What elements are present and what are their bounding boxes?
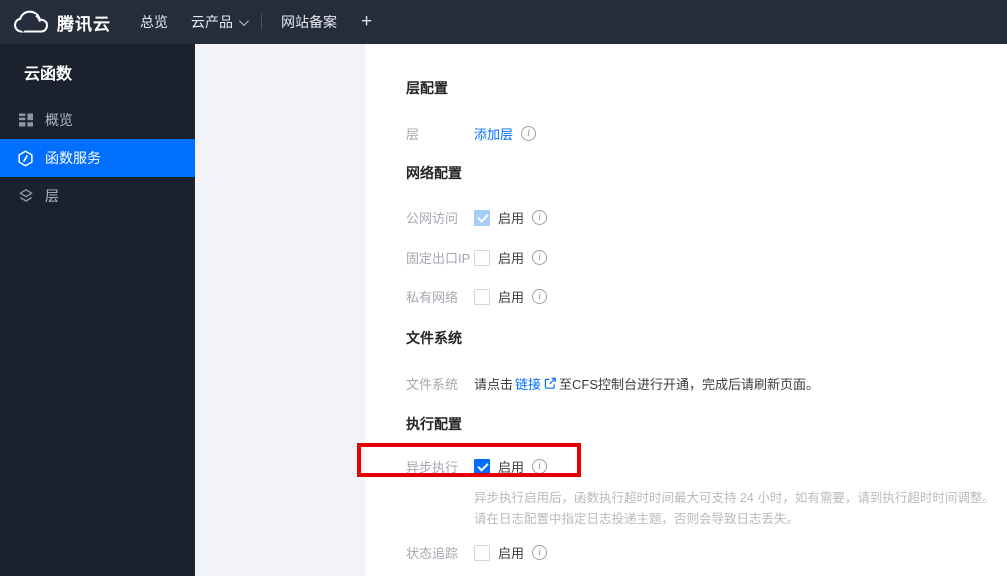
filesystem-label: 文件系统 — [406, 377, 459, 392]
info-icon[interactable] — [521, 126, 537, 141]
sidebar-item-function-service[interactable]: 函数服务 — [0, 139, 195, 177]
async-note-line1: 异步执行启用后，函数执行超时时间最大可支持 24 小时，如有需要，请到执行超时时… — [474, 491, 995, 505]
section-network-config: 网络配置 — [406, 165, 462, 181]
sidebar-item-layers[interactable]: 层 — [0, 177, 195, 215]
layers-icon — [17, 188, 34, 205]
row-filesystem: 文件系统 请点击 链接 至CFS控制台进行开通，完成后请刷新页面。 — [406, 374, 1007, 393]
status-trace-enable-label[interactable]: 启用 — [498, 543, 524, 562]
nav-overview[interactable]: 总览 — [140, 0, 168, 44]
row-async-execution: 异步执行 启用 — [357, 443, 1007, 477]
cfs-console-link[interactable]: 链接 — [515, 374, 557, 393]
fixed-ip-label: 固定出口IP — [406, 251, 471, 266]
function-service-icon — [17, 149, 34, 167]
row-layer: 层 添加层 — [406, 124, 1007, 143]
sidebar-item-function-service-label: 函数服务 — [45, 150, 101, 166]
async-execution-label: 异步执行 — [406, 460, 459, 475]
async-note-line2: 请在日志配置中指定日志投递主题，否则会导致日志丢失。 — [474, 512, 800, 526]
public-access-checkbox — [474, 209, 490, 226]
row-fixed-ip: 固定出口IP 启用 — [406, 248, 1007, 267]
chevron-down-icon — [238, 15, 249, 26]
filesystem-text-after: 至CFS控制台进行开通，完成后请刷新页面。 — [559, 377, 820, 392]
nav-divider — [261, 14, 262, 30]
vpc-label: 私有网络 — [406, 290, 459, 305]
fixed-ip-checkbox[interactable] — [474, 249, 490, 266]
row-public-access: 公网访问 启用 — [406, 208, 1007, 227]
status-trace-checkbox[interactable] — [474, 544, 490, 561]
fixed-ip-enable-label[interactable]: 启用 — [498, 248, 524, 267]
layer-label: 层 — [406, 127, 420, 142]
row-status-trace: 状态追踪 启用 — [406, 543, 1007, 562]
info-icon[interactable] — [532, 289, 548, 304]
vpc-checkbox[interactable] — [474, 288, 490, 305]
async-execution-checkbox[interactable] — [474, 458, 490, 475]
sidebar-menu: 概览 函数服务 层 — [0, 101, 195, 215]
public-access-label: 公网访问 — [406, 211, 459, 226]
section-filesystem: 文件系统 — [406, 330, 462, 346]
tencent-cloud-logo[interactable]: 腾讯云 — [0, 10, 140, 35]
nav-cloud-products[interactable]: 云产品 — [191, 0, 249, 44]
overview-grid-icon — [17, 112, 34, 129]
info-icon[interactable] — [532, 459, 548, 474]
section-layer-config: 层配置 — [406, 80, 448, 96]
info-icon[interactable] — [532, 250, 548, 265]
nav-cloud-products-label: 云产品 — [191, 14, 233, 30]
main-area: 层配置 层 添加层 网络配置 公网访问 启用 固定出口IP 启用 — [195, 44, 1007, 576]
vpc-enable-label[interactable]: 启用 — [498, 287, 524, 306]
brand-text: 腾讯云 — [57, 14, 111, 34]
sidebar: 云函数 概览 函数服务 层 — [0, 44, 195, 576]
sidebar-item-overview-label: 概览 — [45, 112, 73, 128]
row-vpc: 私有网络 启用 — [406, 287, 1007, 306]
add-layer-link[interactable]: 添加层 — [474, 124, 513, 143]
info-icon[interactable] — [532, 210, 548, 225]
settings-panel: 层配置 层 添加层 网络配置 公网访问 启用 固定出口IP 启用 — [357, 44, 1007, 576]
cloud-logo-icon — [13, 10, 49, 35]
sidebar-item-layers-label: 层 — [45, 188, 59, 204]
sidebar-title: 云函数 — [24, 66, 73, 83]
topbar: 腾讯云 总览 云产品 网站备案 + — [0, 0, 1007, 44]
top-navigation: 总览 云产品 网站备案 + — [140, 0, 372, 44]
filesystem-text-before: 请点击 — [474, 377, 514, 392]
nav-website-beian[interactable]: 网站备案 — [281, 0, 337, 44]
async-execution-enable-label[interactable]: 启用 — [498, 457, 524, 476]
async-execution-note: 异步执行启用后，函数执行超时时间最大可支持 24 小时，如有需要，请到执行超时时… — [474, 488, 1007, 530]
info-icon[interactable] — [532, 545, 548, 560]
sidebar-item-overview[interactable]: 概览 — [0, 101, 195, 139]
public-access-enable-label: 启用 — [498, 211, 525, 226]
external-link-icon — [544, 377, 557, 390]
add-tab-button[interactable]: + — [361, 0, 372, 44]
cfs-console-link-label: 链接 — [515, 377, 542, 392]
section-execution-config: 执行配置 — [406, 416, 462, 432]
status-trace-label: 状态追踪 — [406, 546, 459, 561]
